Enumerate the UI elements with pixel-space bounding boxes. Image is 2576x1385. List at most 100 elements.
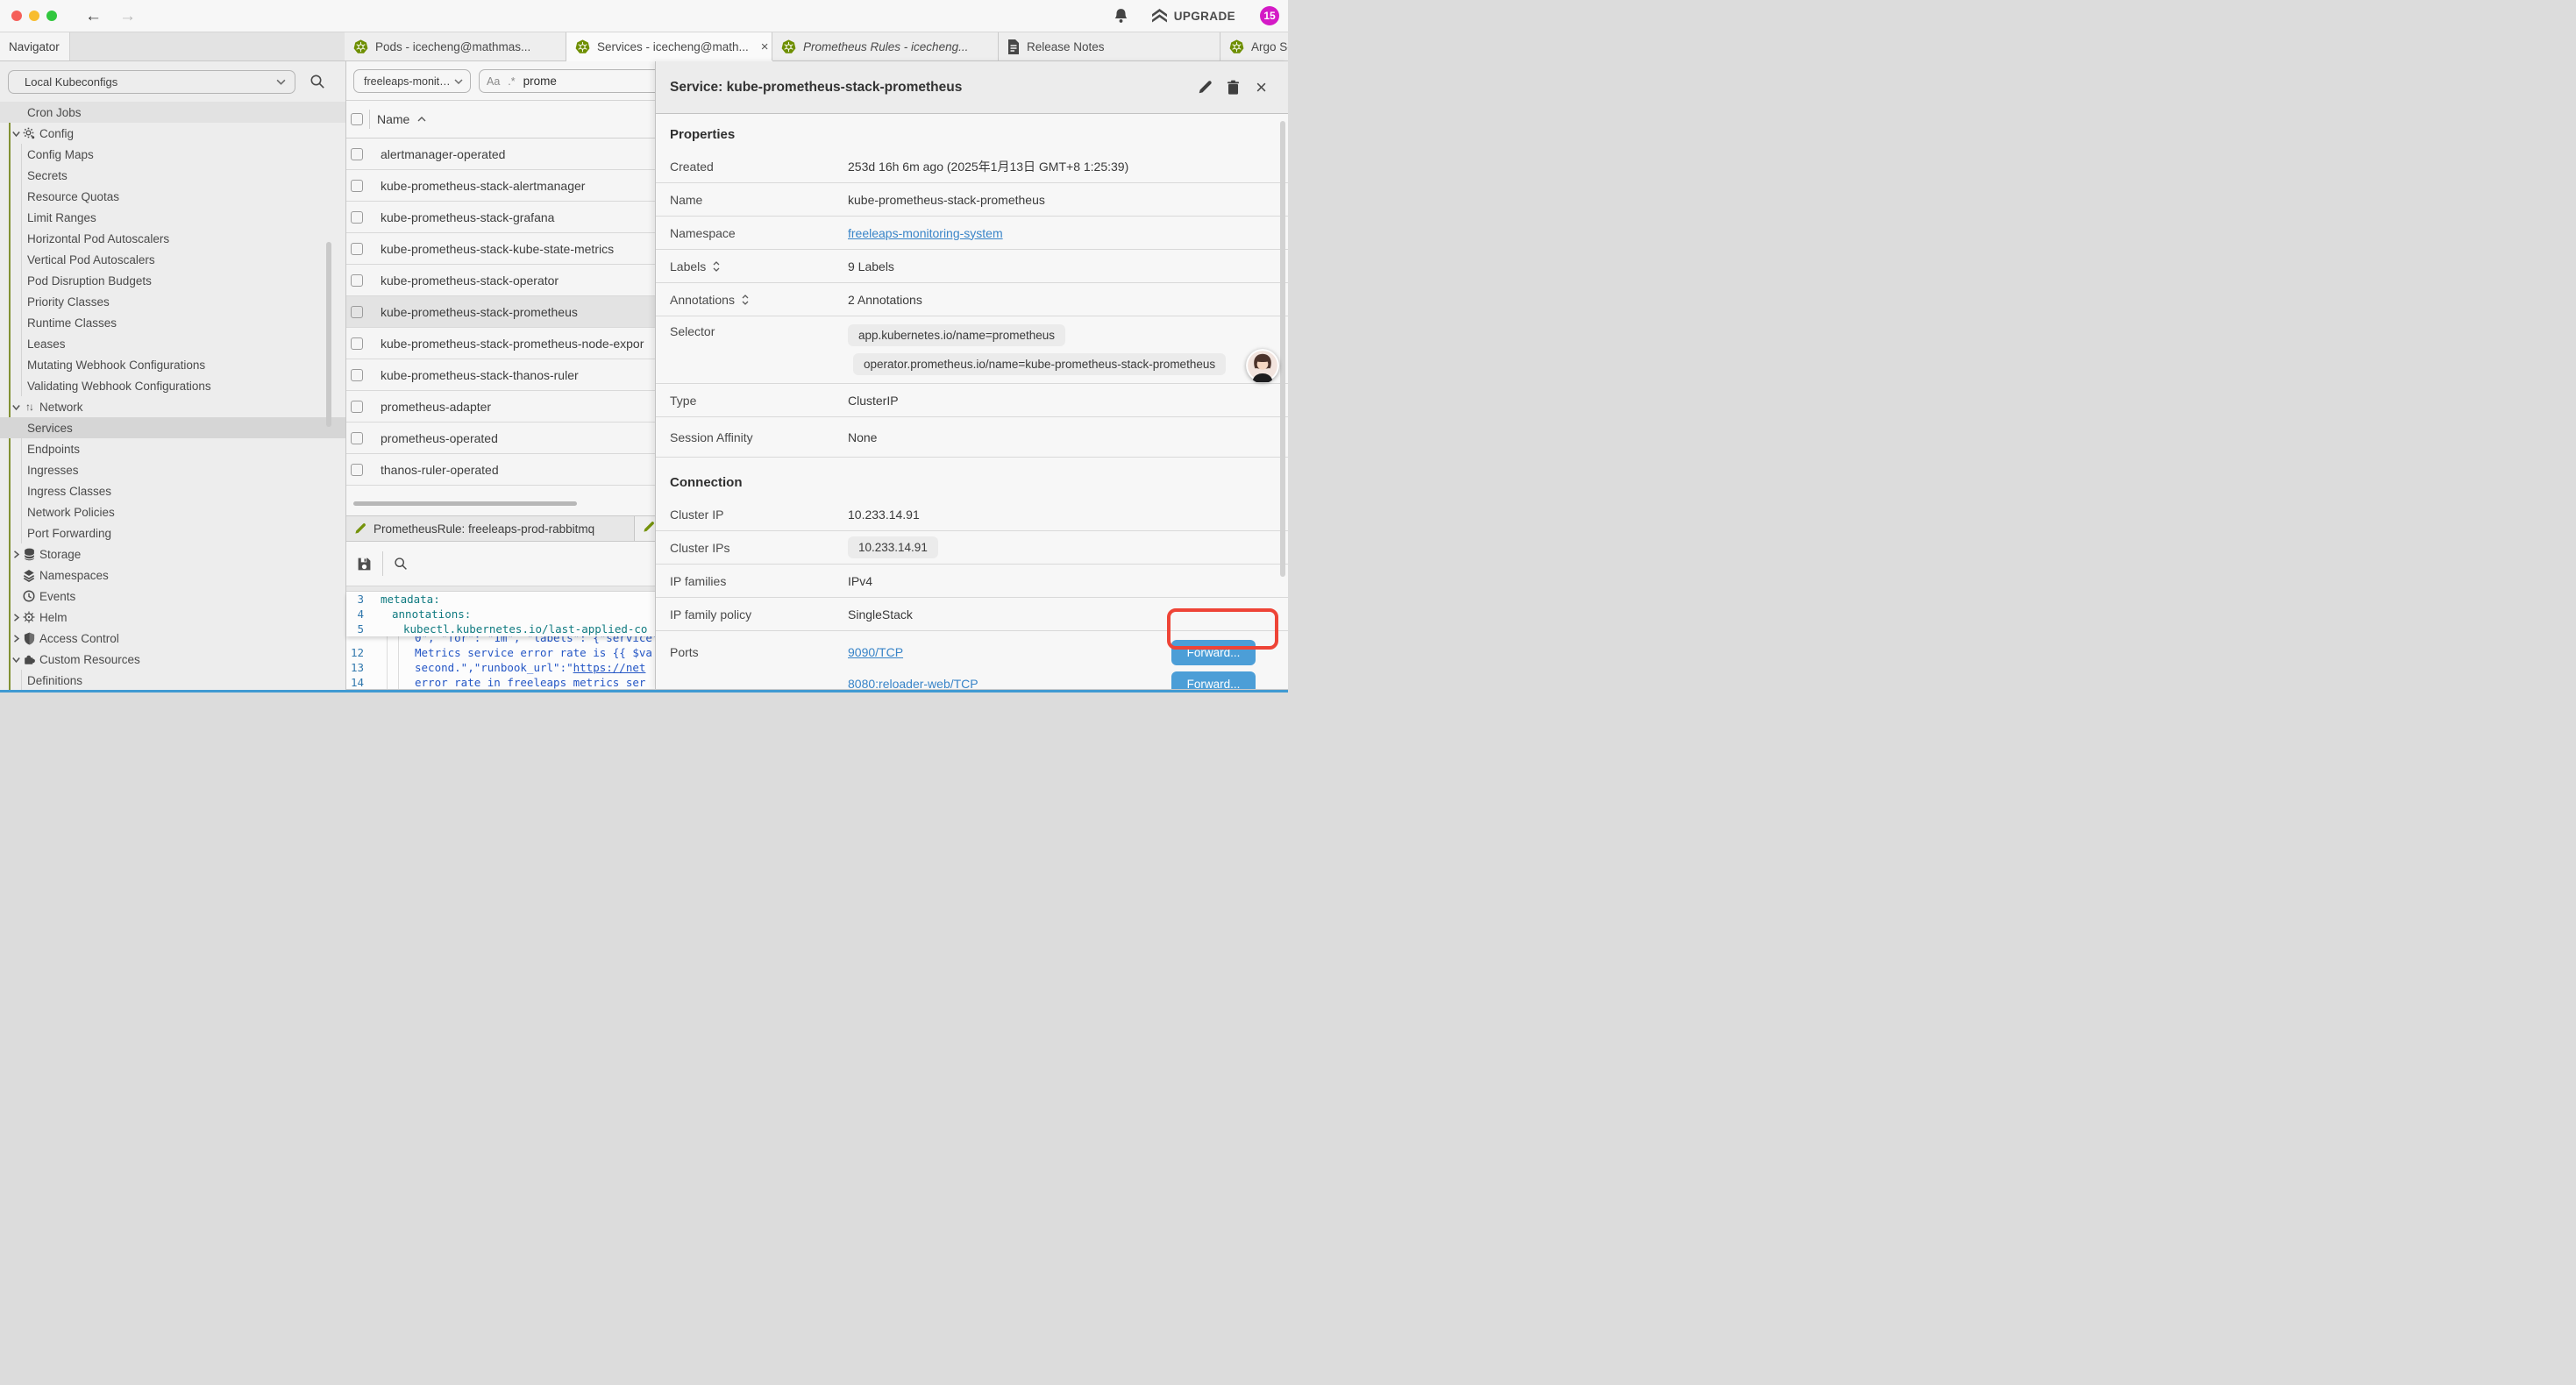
table-row-kube-prometheus-stack-alertmanager[interactable]: kube-prometheus-stack-alertmanager: [346, 170, 655, 202]
port-link[interactable]: 9090/TCP: [848, 645, 903, 659]
row-checkbox[interactable]: [351, 401, 363, 413]
close-panel-icon[interactable]: ×: [1256, 78, 1267, 97]
table-row-kube-prometheus-stack-operator[interactable]: kube-prometheus-stack-operator: [346, 265, 655, 296]
forward-button[interactable]: →: [119, 8, 136, 25]
editor-search-icon[interactable]: [394, 557, 408, 571]
row-checkbox[interactable]: [351, 337, 363, 350]
sidebar-item-helm[interactable]: Helm: [0, 607, 345, 628]
list-search-box[interactable]: Aa .*: [479, 69, 666, 93]
sidebar-item-access-control[interactable]: Access Control: [0, 628, 345, 649]
name-column-header[interactable]: Name: [377, 112, 409, 126]
sidebar-scrollbar[interactable]: [326, 242, 331, 427]
chevron-right-icon[interactable]: [12, 614, 20, 621]
sidebar-item-port-forwarding[interactable]: Port Forwarding: [0, 522, 345, 543]
sidebar-item-namespaces[interactable]: Namespaces: [0, 565, 345, 586]
kubeconfig-selector[interactable]: Local Kubeconfigs: [8, 70, 295, 94]
row-checkbox[interactable]: [351, 274, 363, 287]
namespace-filter-dropdown[interactable]: freeleaps-monitoring-system: [353, 69, 471, 93]
row-checkbox[interactable]: [351, 180, 363, 192]
detail-scrollbar[interactable]: [1280, 121, 1285, 577]
table-row-kube-prometheus-stack-prometheus[interactable]: kube-prometheus-stack-prometheus: [346, 296, 655, 328]
row-checkbox[interactable]: [351, 369, 363, 381]
sidebar-item-runtime-classes[interactable]: Runtime Classes: [0, 312, 345, 333]
sidebar-item-secrets[interactable]: Secrets: [0, 165, 345, 186]
tab-prometheus-rules[interactable]: Prometheus Rules - icecheng...: [772, 32, 999, 60]
sidebar-item-pod-disruption-budgets[interactable]: Pod Disruption Budgets: [0, 270, 345, 291]
sidebar-item-definitions[interactable]: Definitions: [0, 670, 345, 690]
delete-trash-icon[interactable]: [1227, 80, 1240, 95]
sidebar-item-leases[interactable]: Leases: [0, 333, 345, 354]
row-checkbox[interactable]: [351, 306, 363, 318]
table-row-prometheus-operated[interactable]: prometheus-operated: [346, 423, 655, 454]
sidebar-item-storage[interactable]: Storage: [0, 543, 345, 565]
table-row-prometheus-adapter[interactable]: prometheus-adapter: [346, 391, 655, 423]
chevron-right-icon[interactable]: [12, 550, 20, 558]
match-case-toggle[interactable]: Aa: [487, 75, 500, 88]
editor-tab-next-partial[interactable]: [635, 516, 655, 541]
table-row-kube-prometheus-stack-grafana[interactable]: kube-prometheus-stack-grafana: [346, 202, 655, 233]
sidebar-item-cron-jobs[interactable]: Cron Jobs: [0, 102, 345, 123]
notification-bell-icon[interactable]: [1114, 8, 1128, 24]
sidebar-item-limit-ranges[interactable]: Limit Ranges: [0, 207, 345, 228]
sidebar-item-resource-quotas[interactable]: Resource Quotas: [0, 186, 345, 207]
table-row-alertmanager-operated[interactable]: alertmanager-operated: [346, 138, 655, 170]
sidebar-search-icon[interactable]: [310, 74, 325, 89]
sidebar-item-custom-resources[interactable]: Custom Resources: [0, 649, 345, 670]
chevron-down-icon[interactable]: [12, 130, 20, 138]
tab-argo[interactable]: Argo Se: [1220, 32, 1288, 60]
chevron-down-icon[interactable]: [12, 656, 20, 664]
forward-button[interactable]: Forward...: [1171, 671, 1256, 691]
table-row-thanos-ruler-operated[interactable]: thanos-ruler-operated: [346, 454, 655, 486]
row-checkbox[interactable]: [351, 432, 363, 444]
sidebar-item-events[interactable]: Events: [0, 586, 345, 607]
regex-toggle[interactable]: .*: [508, 75, 515, 88]
sort-updown-icon[interactable]: [713, 261, 720, 272]
table-row-kube-prometheus-stack-kube-state-metrics[interactable]: kube-prometheus-stack-kube-state-metrics: [346, 233, 655, 265]
sidebar-item-ingress-classes[interactable]: Ingress Classes: [0, 480, 345, 501]
sidebar-item-mutating-webhook-configurations[interactable]: Mutating Webhook Configurations: [0, 354, 345, 375]
minimize-window-button[interactable]: [29, 11, 39, 21]
sort-ascending-icon[interactable]: [417, 117, 426, 122]
sidebar-item-network[interactable]: ↑↓Network: [0, 396, 345, 417]
close-window-button[interactable]: [11, 11, 22, 21]
tab-pods[interactable]: Pods - icecheng@mathmas...: [345, 32, 566, 60]
sidebar-item-validating-webhook-configurations[interactable]: Validating Webhook Configurations: [0, 375, 345, 396]
back-button[interactable]: ←: [85, 8, 102, 25]
sidebar-item-vertical-pod-autoscalers[interactable]: Vertical Pod Autoscalers: [0, 249, 345, 270]
navigator-tab[interactable]: Navigator: [0, 32, 70, 60]
row-checkbox[interactable]: [351, 243, 363, 255]
chevron-down-icon[interactable]: [12, 403, 20, 411]
sidebar-item-ingresses[interactable]: Ingresses: [0, 459, 345, 480]
zoom-window-button[interactable]: [46, 11, 57, 21]
namespace-link[interactable]: freeleaps-monitoring-system: [848, 226, 1003, 240]
horizontal-scrollbar[interactable]: [353, 501, 577, 506]
upgrade-button[interactable]: UPGRADE: [1151, 9, 1235, 23]
chevron-right-icon[interactable]: [12, 635, 20, 643]
sidebar-item-config-maps[interactable]: Config Maps: [0, 144, 345, 165]
sidebar-item-config[interactable]: Config: [0, 123, 345, 144]
editor-tab-prometheusrule[interactable]: PrometheusRule: freeleaps-prod-rabbitmq: [346, 516, 635, 541]
sidebar-item-endpoints[interactable]: Endpoints: [0, 438, 345, 459]
tab-services[interactable]: Services - icecheng@math... ×: [566, 32, 772, 60]
port-link[interactable]: 8080:reloader-web/TCP: [848, 677, 978, 690]
table-row-kube-prometheus-stack-prometheus-node-expor[interactable]: kube-prometheus-stack-prometheus-node-ex…: [346, 328, 655, 359]
notification-count-badge[interactable]: 15: [1260, 6, 1279, 25]
row-checkbox[interactable]: [351, 211, 363, 224]
close-tab-icon[interactable]: ×: [761, 39, 769, 54]
yaml-editor[interactable]: 3metadata:4annotations:5kubectl.kubernet…: [346, 592, 655, 692]
sidebar-item-network-policies[interactable]: Network Policies: [0, 501, 345, 522]
sort-updown-icon[interactable]: [742, 295, 749, 305]
inline-url-link[interactable]: https://net: [573, 661, 646, 674]
edit-pencil-icon[interactable]: [1198, 80, 1213, 95]
row-checkbox[interactable]: [351, 464, 363, 476]
tab-release-notes[interactable]: Release Notes: [999, 32, 1220, 60]
sidebar-item-horizontal-pod-autoscalers[interactable]: Horizontal Pod Autoscalers: [0, 228, 345, 249]
table-row-kube-prometheus-stack-thanos-ruler[interactable]: kube-prometheus-stack-thanos-ruler: [346, 359, 655, 391]
select-all-checkbox[interactable]: [351, 113, 363, 125]
row-checkbox[interactable]: [351, 148, 363, 160]
sidebar-item-services[interactable]: Services: [0, 417, 345, 438]
search-input[interactable]: [523, 75, 620, 88]
avatar[interactable]: [1246, 349, 1279, 382]
sidebar-item-priority-classes[interactable]: Priority Classes: [0, 291, 345, 312]
save-icon[interactable]: [357, 557, 372, 572]
